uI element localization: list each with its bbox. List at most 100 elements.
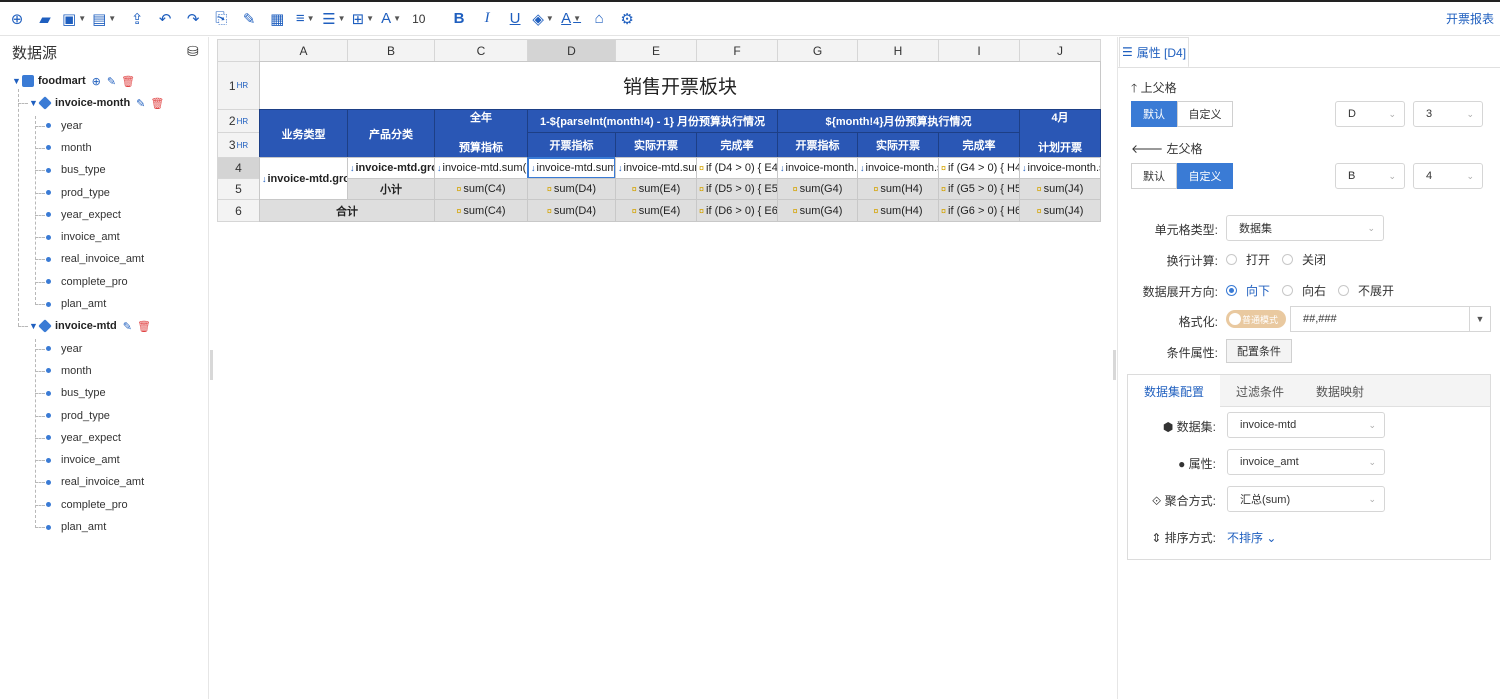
tree-field-invoice_amt[interactable]: invoice_amt xyxy=(46,450,120,470)
cell-J6[interactable]: ¤ sum(J4) xyxy=(1019,199,1101,222)
dataset-select[interactable]: invoice-mtd ⌄ xyxy=(1227,412,1385,438)
cell-I5[interactable]: ¤ if (G5 > 0) { H5 xyxy=(938,178,1020,200)
row-header-2[interactable]: 2 HR xyxy=(217,109,260,133)
valign-icon[interactable]: ☰ ▼ xyxy=(322,7,345,31)
tree-field-year_expect[interactable]: year_expect xyxy=(46,428,121,448)
column-header-G[interactable]: G xyxy=(777,39,858,62)
caret-down-icon[interactable]: ▼ xyxy=(29,321,39,331)
report-title-link[interactable]: 开票报表 xyxy=(1446,10,1494,27)
cell-B5[interactable]: 小计 xyxy=(347,178,435,200)
no-expand-radio[interactable]: 不展开 xyxy=(1338,282,1394,299)
export-icon[interactable]: ⇪ xyxy=(126,7,148,31)
configure-condition-button[interactable]: 配置条件 xyxy=(1226,339,1292,363)
header-invoice-target[interactable]: 开票指标 xyxy=(527,132,616,158)
format-dropdown-button[interactable]: ▼ xyxy=(1469,306,1491,332)
row-header-6[interactable]: 6 xyxy=(217,199,260,222)
cell-H4[interactable]: ↓ invoice-month.s xyxy=(857,157,939,179)
cell-G6[interactable]: ¤ sum(G4) xyxy=(777,199,858,222)
trash-icon[interactable]: 🗑 xyxy=(137,320,151,333)
upper-default-button[interactable]: 默认 xyxy=(1131,101,1177,127)
header-year-budget[interactable]: 全年 预算指标 xyxy=(434,109,528,158)
trash-icon[interactable]: 🗑 xyxy=(150,97,164,110)
cell-D4[interactable]: ↓ invoice-mtd.sum xyxy=(527,157,616,179)
format-input[interactable]: ##,### xyxy=(1290,306,1470,332)
expand-right-radio[interactable]: 向右 xyxy=(1282,282,1326,299)
upper-custom-button[interactable]: 自定义 xyxy=(1177,101,1233,127)
format-mode-toggle[interactable]: 普通模式 xyxy=(1226,310,1286,328)
cell-G5[interactable]: ¤ sum(G4) xyxy=(777,178,858,200)
tree-field-prod_type[interactable]: prod_type xyxy=(46,183,110,203)
cell-A4[interactable]: ↓ invoice-mtd.gro xyxy=(259,157,348,200)
left-custom-button[interactable]: 自定义 xyxy=(1177,163,1233,189)
header-invoice-target-2[interactable]: 开票指标 xyxy=(777,132,858,158)
tree-field-year[interactable]: year xyxy=(46,116,82,136)
expand-down-radio[interactable]: 向下 xyxy=(1226,282,1270,299)
cell-E4[interactable]: ↓ invoice-mtd.sur xyxy=(615,157,697,179)
border-icon[interactable]: ⊞ ▼ xyxy=(352,7,375,31)
tab-dataset-config[interactable]: 数据集配置 xyxy=(1128,375,1220,408)
edit-icon[interactable]: ✎ xyxy=(136,97,145,110)
left-default-button[interactable]: 默认 xyxy=(1131,163,1177,189)
cell-J5[interactable]: ¤ sum(J4) xyxy=(1019,178,1101,200)
header-bus-type[interactable]: 业务类型 xyxy=(259,109,348,158)
column-header-D[interactable]: D xyxy=(527,39,616,62)
new-icon[interactable]: ⊕ xyxy=(6,7,28,31)
tree-field-year_expect[interactable]: year_expect xyxy=(46,205,121,225)
tree-field-complete_pro[interactable]: complete_pro xyxy=(46,495,128,515)
tree-field-invoice_amt[interactable]: invoice_amt xyxy=(46,227,120,247)
clear-icon[interactable]: ⌂ xyxy=(588,7,610,31)
font-icon[interactable]: A ▼ xyxy=(380,7,402,31)
column-header-C[interactable]: C xyxy=(434,39,528,62)
cell-A6[interactable]: 合计 xyxy=(259,199,435,222)
bold-button[interactable]: B xyxy=(448,7,470,31)
tab-filter-conditions[interactable]: 过滤条件 xyxy=(1220,375,1300,407)
column-header-H[interactable]: H xyxy=(857,39,939,62)
caret-down-icon[interactable]: ▼ xyxy=(12,76,22,86)
cell-C5[interactable]: ¤ sum(C4) xyxy=(434,178,528,200)
cell-F6[interactable]: ¤ if (D6 > 0) { E6 xyxy=(696,199,778,222)
cell-E5[interactable]: ¤ sum(E4) xyxy=(615,178,697,200)
aggregation-select[interactable]: 汇总(sum) ⌄ xyxy=(1227,486,1385,512)
cell-G4[interactable]: ↓ invoice-month.s xyxy=(777,157,858,179)
paste-icon[interactable]: ⎘ xyxy=(210,7,232,31)
cell-H5[interactable]: ¤ sum(H4) xyxy=(857,178,939,200)
row-header-5[interactable]: 5 xyxy=(217,178,260,200)
undo-icon[interactable]: ↶ xyxy=(154,7,176,31)
cell-I6[interactable]: ¤ if (G6 > 0) { H6 xyxy=(938,199,1020,222)
column-header-B[interactable]: B xyxy=(347,39,435,62)
tree-field-plan_amt[interactable]: plan_amt xyxy=(46,294,106,314)
cell-B4[interactable]: ↓ invoice-mtd.gro xyxy=(347,157,435,179)
column-header-I[interactable]: I xyxy=(938,39,1020,62)
tree-field-complete_pro[interactable]: complete_pro xyxy=(46,272,128,292)
header-actual-invoice[interactable]: 实际开票 xyxy=(615,132,697,158)
right-splitter[interactable] xyxy=(1113,350,1116,380)
font-size-input[interactable] xyxy=(408,7,449,30)
row-header-4[interactable]: 4 xyxy=(217,157,260,179)
column-header-E[interactable]: E xyxy=(615,39,697,62)
upper-col-select[interactable]: D ⌄ xyxy=(1335,101,1405,127)
header-completion-rate-2[interactable]: 完成率 xyxy=(938,132,1020,158)
column-header-F[interactable]: F xyxy=(696,39,778,62)
font-color-icon[interactable]: A ▼ xyxy=(560,7,582,31)
line-calc-close-radio[interactable]: 关闭 xyxy=(1282,251,1326,268)
tree-dataset-invoice-mtd[interactable]: ▼ invoice-mtd ✎ 🗑 xyxy=(29,316,151,336)
add-icon[interactable]: ⊕ xyxy=(92,75,101,88)
header-month-group[interactable]: ${month!4}月份预算执行情况 xyxy=(777,109,1020,133)
header-prod-type[interactable]: 产品分类 xyxy=(347,109,435,158)
left-row-select[interactable]: 4 ⌄ xyxy=(1413,163,1483,189)
open-folder-icon[interactable]: ▰ xyxy=(34,7,56,31)
fill-color-icon[interactable]: ◈ ▼ xyxy=(532,7,554,31)
tree-field-real_invoice_amt[interactable]: real_invoice_amt xyxy=(46,249,144,269)
tree-field-bus_type[interactable]: bus_type xyxy=(46,160,106,180)
edit-icon[interactable]: ✎ xyxy=(123,320,132,333)
header-actual-invoice-2[interactable]: 实际开票 xyxy=(857,132,939,158)
row-header-3[interactable]: 3 HR xyxy=(217,132,260,158)
underline-button[interactable]: U xyxy=(504,7,526,31)
tree-field-bus_type[interactable]: bus_type xyxy=(46,383,106,403)
tab-data-mapping[interactable]: 数据映射 xyxy=(1300,375,1380,407)
cell-F4[interactable]: ¤ if (D4 > 0) { E4 xyxy=(696,157,778,179)
edit-icon[interactable]: ✎ xyxy=(107,75,116,88)
settings-gear-icon[interactable]: ⚙ xyxy=(616,7,638,31)
grid-corner[interactable] xyxy=(217,39,260,62)
preview-icon[interactable]: ▣ ▼ xyxy=(62,7,86,31)
